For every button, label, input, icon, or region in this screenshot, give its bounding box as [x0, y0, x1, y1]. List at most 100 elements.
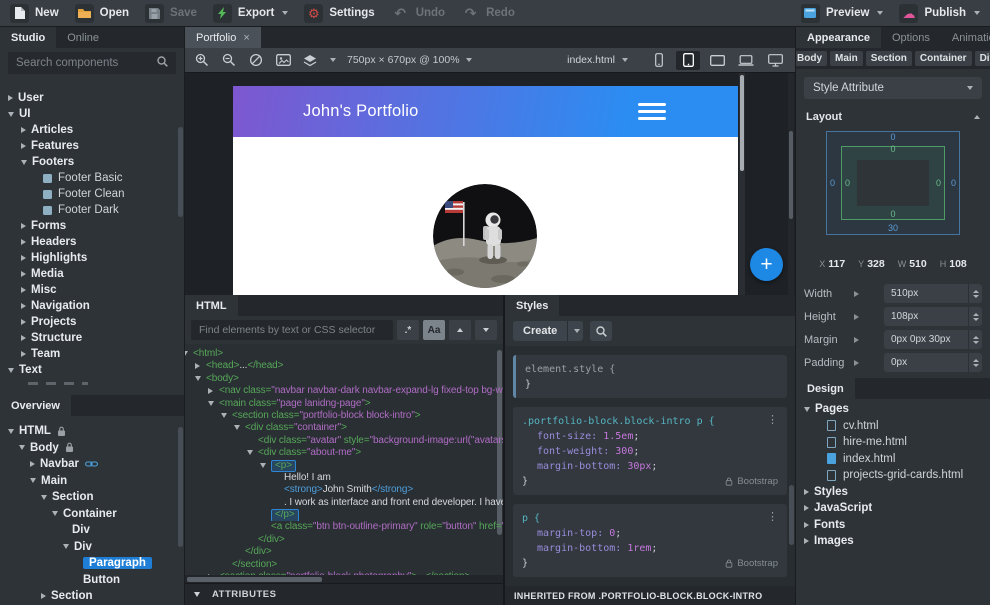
style-attribute-select[interactable]: Style Attribute: [804, 77, 982, 99]
overview-node-item-html[interactable]: HTML: [0, 423, 184, 440]
collapse-arrow-icon[interactable]: [63, 544, 69, 550]
code-horizontal-scrollbar[interactable]: [185, 575, 503, 583]
page-select[interactable]: index.html: [567, 54, 628, 66]
design-canvas[interactable]: John's Portfolio +: [185, 73, 795, 295]
collapse-arrow-icon[interactable]: [195, 375, 201, 381]
expand-arrow-icon[interactable]: [21, 239, 26, 245]
add-component-button[interactable]: +: [750, 248, 783, 281]
expand-arrow-icon[interactable]: [21, 319, 26, 325]
collapse-arrow-icon[interactable]: [247, 450, 253, 456]
field-expand-icon[interactable]: [854, 336, 859, 343]
overview-node-item-main[interactable]: Main: [0, 473, 184, 490]
code-hscrollbar-thumb[interactable]: [187, 576, 322, 582]
overview-node-item-body[interactable]: Body: [0, 440, 184, 457]
rule-menu-icon[interactable]: ⋮: [767, 412, 778, 427]
box-model-diagram[interactable]: 0 0 0 0 0 0 0 30: [808, 127, 978, 245]
tab-studio[interactable]: Studio: [0, 27, 57, 48]
component-item-text[interactable]: Text: [0, 362, 184, 378]
find-elements-input[interactable]: Find elements by text or CSS selector: [191, 320, 393, 340]
expand-arrow-icon[interactable]: [208, 388, 213, 395]
expand-arrow-icon[interactable]: [21, 303, 26, 309]
canvas-zoom-level[interactable]: 750px × 670px @ 100%: [347, 54, 472, 66]
overview-node-item-button[interactable]: Button: [0, 572, 184, 589]
attributes-expand-icon[interactable]: [194, 592, 200, 597]
component-item-media[interactable]: Media: [0, 266, 184, 282]
component-item-forms[interactable]: Forms: [0, 218, 184, 234]
avatar-image[interactable]: [433, 184, 537, 288]
stepper-control[interactable]: [968, 307, 982, 326]
preview-button[interactable]: Preview: [800, 3, 884, 23]
canvas-scrollbar[interactable]: [739, 73, 745, 295]
collapse-arrow-icon[interactable]: [8, 367, 14, 373]
stepper-control[interactable]: [968, 284, 982, 303]
design-node-item-pages[interactable]: Pages: [796, 401, 990, 418]
zoom-out-icon[interactable]: [220, 51, 238, 69]
design-node-item-images[interactable]: Images: [796, 533, 990, 550]
find-next-button[interactable]: [475, 320, 497, 340]
overview-node-item-section[interactable]: Section: [0, 489, 184, 506]
css-rule-card[interactable]: element.style {}: [513, 355, 787, 398]
expand-arrow-icon[interactable]: [41, 593, 46, 600]
redo-button[interactable]: ↷ Redo: [461, 4, 515, 23]
code-line[interactable]: </div>: [185, 546, 503, 558]
device-tablet-button[interactable]: [676, 50, 700, 70]
export-button[interactable]: Export: [212, 3, 289, 23]
design-node-item-javascript[interactable]: JavaScript: [796, 500, 990, 517]
component-item-team[interactable]: Team: [0, 346, 184, 362]
collapse-arrow-icon[interactable]: [8, 111, 14, 117]
design-node-item-fonts[interactable]: Fonts: [796, 517, 990, 534]
create-style-button[interactable]: Create: [513, 321, 584, 341]
stepper-control[interactable]: [968, 330, 982, 349]
component-item-user[interactable]: User: [0, 90, 184, 106]
design-node-item-styles[interactable]: Styles: [796, 484, 990, 501]
css-rule-card[interactable]: .portfolio-block.block-intro p {⋮ font-si…: [513, 407, 787, 495]
panel-scrollbar[interactable]: [788, 73, 794, 295]
find-previous-button[interactable]: [449, 320, 471, 340]
code-line[interactable]: <body>: [185, 373, 503, 385]
field-expand-icon[interactable]: [854, 313, 859, 320]
component-item-articles[interactable]: Articles: [0, 122, 184, 138]
tab-html[interactable]: HTML: [185, 295, 238, 316]
page-preview[interactable]: John's Portfolio: [233, 86, 738, 295]
code-line[interactable]: <html>: [185, 348, 503, 360]
component-item-navigation[interactable]: Navigation: [0, 298, 184, 314]
breadcrumb-body[interactable]: Body: [796, 51, 827, 66]
component-item-ui[interactable]: UI: [0, 106, 184, 122]
panel-scrollbar-thumb[interactable]: [789, 131, 793, 219]
collapse-arrow-icon[interactable]: [8, 428, 14, 434]
code-line[interactable]: <head>...</head>: [185, 360, 503, 372]
component-item-footer-dark[interactable]: Footer Dark: [0, 202, 184, 218]
tab-styles[interactable]: Styles: [505, 295, 560, 316]
stepper-up-icon[interactable]: [972, 312, 979, 316]
component-item-headers[interactable]: Headers: [0, 234, 184, 250]
expand-arrow-icon[interactable]: [804, 521, 809, 528]
design-node-item-cv-html[interactable]: cv.html: [796, 418, 990, 435]
collapse-arrow-icon[interactable]: [41, 494, 47, 500]
code-line[interactable]: <a class="btn btn-outline-primary" role=…: [185, 521, 503, 533]
overview-scrollbar[interactable]: [178, 427, 183, 547]
page-navbar[interactable]: John's Portfolio: [233, 86, 738, 137]
open-button[interactable]: Open: [74, 3, 129, 23]
stepper-down-icon[interactable]: [972, 363, 979, 367]
tab-online[interactable]: Online: [56, 27, 110, 48]
expand-arrow-icon[interactable]: [21, 223, 26, 229]
tab-overview[interactable]: Overview: [0, 395, 71, 416]
component-search-input[interactable]: Search components: [8, 52, 176, 74]
collapse-arrow-icon[interactable]: [234, 425, 240, 431]
page-body[interactable]: [233, 137, 738, 295]
overview-node-item-div[interactable]: Div: [0, 539, 184, 556]
layers-icon[interactable]: [301, 51, 319, 69]
component-item-projects[interactable]: Projects: [0, 314, 184, 330]
expand-arrow-icon[interactable]: [804, 505, 809, 512]
overview-node-item-container[interactable]: Container: [0, 506, 184, 523]
design-node-item-projects-grid-cards-html[interactable]: projects-grid-cards.html: [796, 467, 990, 484]
expand-arrow-icon[interactable]: [21, 127, 26, 133]
collapse-arrow-icon[interactable]: [21, 159, 27, 165]
field-expand-icon[interactable]: [854, 290, 859, 297]
expand-arrow-icon[interactable]: [8, 95, 13, 101]
hamburger-menu-icon[interactable]: [638, 100, 666, 122]
code-line[interactable]: <strong>John Smith</strong>: [185, 484, 503, 496]
code-line[interactable]: </p>: [185, 509, 503, 522]
component-item-footer-clean[interactable]: Footer Clean: [0, 186, 184, 202]
field-input-height[interactable]: 108px: [884, 307, 982, 326]
